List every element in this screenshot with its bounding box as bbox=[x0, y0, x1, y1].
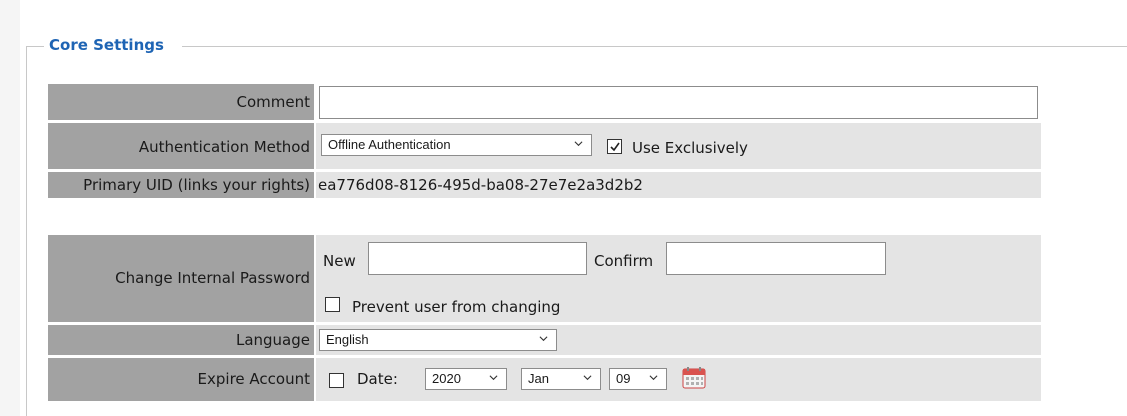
language-cell: English bbox=[316, 325, 1041, 355]
language-label: Language bbox=[48, 325, 314, 355]
uid-label: Primary UID (links your rights) bbox=[48, 172, 314, 198]
comment-row: Comment bbox=[48, 84, 1041, 120]
section-legend: Core Settings bbox=[47, 36, 166, 54]
chevron-down-icon bbox=[489, 375, 498, 381]
auth-row: Authentication Method Offline Authentica… bbox=[48, 123, 1041, 169]
expire-label: Expire Account bbox=[48, 358, 314, 401]
prevent-change-label: Prevent user from changing bbox=[352, 298, 561, 316]
password-label: Change Internal Password bbox=[48, 235, 314, 322]
expire-cell: Date: 2020 Jan 09 bbox=[316, 358, 1041, 401]
language-row: Language English bbox=[48, 325, 1041, 355]
chevron-down-icon bbox=[539, 336, 548, 342]
comment-input[interactable] bbox=[319, 86, 1038, 119]
auth-label: Authentication Method bbox=[48, 123, 314, 169]
password-cell: New Confirm Prevent user from changing bbox=[316, 235, 1041, 322]
expire-account-checkbox[interactable] bbox=[329, 373, 344, 388]
expire-day-select[interactable]: 09 bbox=[609, 368, 667, 390]
fieldset-border-top bbox=[182, 46, 1127, 47]
language-select[interactable]: English bbox=[319, 329, 557, 351]
chevron-down-icon bbox=[649, 375, 658, 381]
confirm-password-input[interactable] bbox=[666, 242, 886, 275]
chevron-down-icon bbox=[583, 375, 592, 381]
prevent-change-checkbox[interactable] bbox=[325, 297, 340, 312]
uid-value: ea776d08-8126-495d-ba08-27e7e2a3d2b2 bbox=[318, 176, 643, 194]
expire-month-select[interactable]: Jan bbox=[521, 368, 601, 390]
comment-cell bbox=[316, 84, 1041, 120]
confirm-password-label: Confirm bbox=[594, 252, 654, 270]
calendar-icon[interactable] bbox=[682, 367, 706, 389]
comment-label: Comment bbox=[48, 84, 314, 120]
uid-row: Primary UID (links your rights) ea776d08… bbox=[48, 172, 1041, 198]
use-exclusively-checkbox[interactable] bbox=[607, 139, 622, 154]
expire-year-select[interactable]: 2020 bbox=[425, 368, 507, 390]
new-password-input[interactable] bbox=[368, 242, 587, 275]
chevron-down-icon bbox=[574, 141, 583, 147]
auth-method-select[interactable]: Offline Authentication bbox=[321, 134, 592, 156]
left-panel-edge bbox=[0, 0, 20, 416]
uid-cell: ea776d08-8126-495d-ba08-27e7e2a3d2b2 bbox=[316, 172, 1041, 198]
password-row: Change Internal Password New Confirm Pre… bbox=[48, 235, 1041, 322]
fieldset-border-left bbox=[26, 46, 44, 47]
date-label: Date: bbox=[357, 370, 398, 388]
auth-cell: Offline Authentication Use Exclusively bbox=[316, 123, 1041, 169]
expire-row: Expire Account Date: 2020 Jan 09 bbox=[48, 358, 1041, 401]
use-exclusively-label: Use Exclusively bbox=[632, 139, 748, 157]
fieldset-border-side bbox=[26, 46, 27, 416]
checkmark-icon bbox=[610, 142, 620, 152]
new-password-label: New bbox=[323, 252, 356, 270]
